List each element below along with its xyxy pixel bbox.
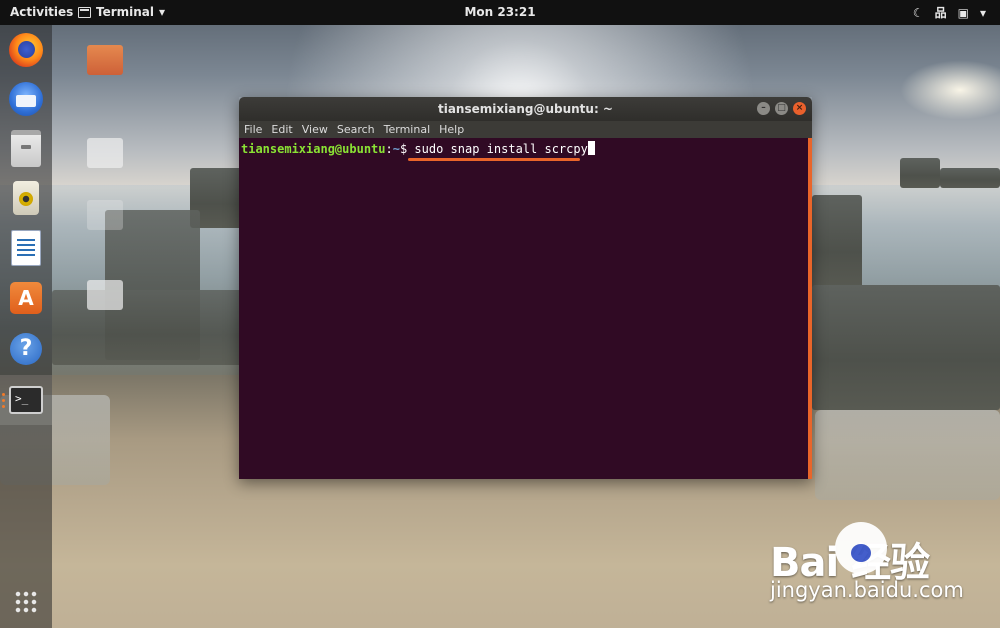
rhythmbox-icon (13, 181, 39, 215)
close-button[interactable]: × (793, 102, 806, 115)
background-rock (900, 158, 940, 188)
dock-item-terminal[interactable]: >_ (6, 380, 46, 420)
background-rock (940, 168, 1000, 188)
terminal-window: tiansemixiang@ubuntu: ~ – □ × File Edit … (239, 97, 812, 479)
text-cursor (587, 141, 595, 155)
dock-item-rhythmbox[interactable] (6, 178, 46, 218)
trash-icon (87, 280, 123, 310)
home-folder-icon (87, 138, 123, 168)
top-bar: Activities Terminal ▾ Mon 23:21 ☾ 品 ▣ ▾ (0, 0, 1000, 25)
desktop-icon-trash[interactable] (75, 280, 135, 314)
window-controls: – □ × (757, 102, 806, 115)
background-sun (900, 60, 1000, 120)
folder-icon (87, 45, 123, 75)
chevron-down-icon: ▾ (159, 5, 166, 19)
file-icon (87, 200, 123, 230)
menu-edit[interactable]: Edit (271, 121, 292, 138)
background-rock (812, 285, 1000, 410)
desktop-icon-file[interactable] (75, 200, 135, 234)
dock-item-help[interactable]: ? (6, 329, 46, 369)
dock-item-firefox[interactable] (6, 30, 46, 70)
window-title: tiansemixiang@ubuntu: ~ (437, 102, 613, 116)
baidu-watermark: Bai 经验 jingyan.baidu.com (770, 520, 990, 610)
thunderbird-icon (9, 82, 43, 116)
prompt-symbol: $ (399, 142, 415, 156)
running-indicator (2, 399, 5, 402)
battery-icon: ▣ (957, 5, 969, 20)
baidu-paw-icon (835, 522, 887, 574)
minimize-button[interactable]: – (757, 102, 770, 115)
desktop-icon-home[interactable] (75, 138, 135, 172)
menu-view[interactable]: View (302, 121, 328, 138)
background-puddle (815, 410, 1000, 500)
dock-item-files[interactable] (6, 128, 46, 168)
app-menu-label: Terminal (96, 5, 155, 19)
maximize-button[interactable]: □ (775, 102, 788, 115)
menu-terminal[interactable]: Terminal (384, 121, 431, 138)
firefox-icon (9, 33, 43, 67)
files-icon (11, 129, 41, 167)
menu-search[interactable]: Search (337, 121, 375, 138)
network-icon: 品 (934, 6, 947, 20)
running-indicator (2, 393, 5, 396)
scrollbar[interactable] (808, 138, 812, 479)
menu-help[interactable]: Help (439, 121, 464, 138)
annotation-underline (408, 158, 580, 161)
dock-item-software[interactable]: A (6, 278, 46, 318)
prompt-path: ~ (392, 142, 400, 156)
terminal-icon: >_ (9, 386, 43, 414)
prompt-line: tiansemixiang@ubuntu:~$ sudo snap instal… (241, 141, 595, 156)
app-menu[interactable]: Terminal ▾ (78, 5, 165, 19)
command-text: sudo snap install scrcpy (414, 142, 588, 156)
terminal-menubar: File Edit View Search Terminal Help (239, 121, 812, 138)
dock-item-thunderbird[interactable] (6, 79, 46, 119)
dock: A ? >_ (0, 25, 52, 628)
terminal-mini-icon (78, 6, 91, 18)
running-indicator (2, 405, 5, 408)
libreoffice-writer-icon (11, 230, 41, 266)
ubuntu-software-icon: A (10, 282, 42, 314)
help-icon: ? (10, 333, 42, 365)
prompt-separator: : (385, 142, 393, 156)
chevron-down-icon: ▾ (979, 5, 986, 20)
watermark-url: jingyan.baidu.com (770, 578, 964, 602)
night-light-icon: ☾ (912, 5, 924, 20)
system-tray[interactable]: ☾ 品 ▣ ▾ (913, 4, 986, 21)
prompt-user: tiansemixiang@ubuntu (241, 142, 386, 156)
terminal-body[interactable]: tiansemixiang@ubuntu:~$ sudo snap instal… (239, 138, 812, 479)
activities-button[interactable]: Activities (10, 5, 73, 19)
dock-item-writer[interactable] (6, 228, 46, 268)
desktop-icon-folder[interactable] (75, 45, 135, 79)
background-rock (812, 195, 862, 290)
show-applications-icon[interactable] (14, 590, 38, 614)
menu-file[interactable]: File (244, 121, 262, 138)
terminal-titlebar[interactable]: tiansemixiang@ubuntu: ~ – □ × (239, 97, 812, 121)
